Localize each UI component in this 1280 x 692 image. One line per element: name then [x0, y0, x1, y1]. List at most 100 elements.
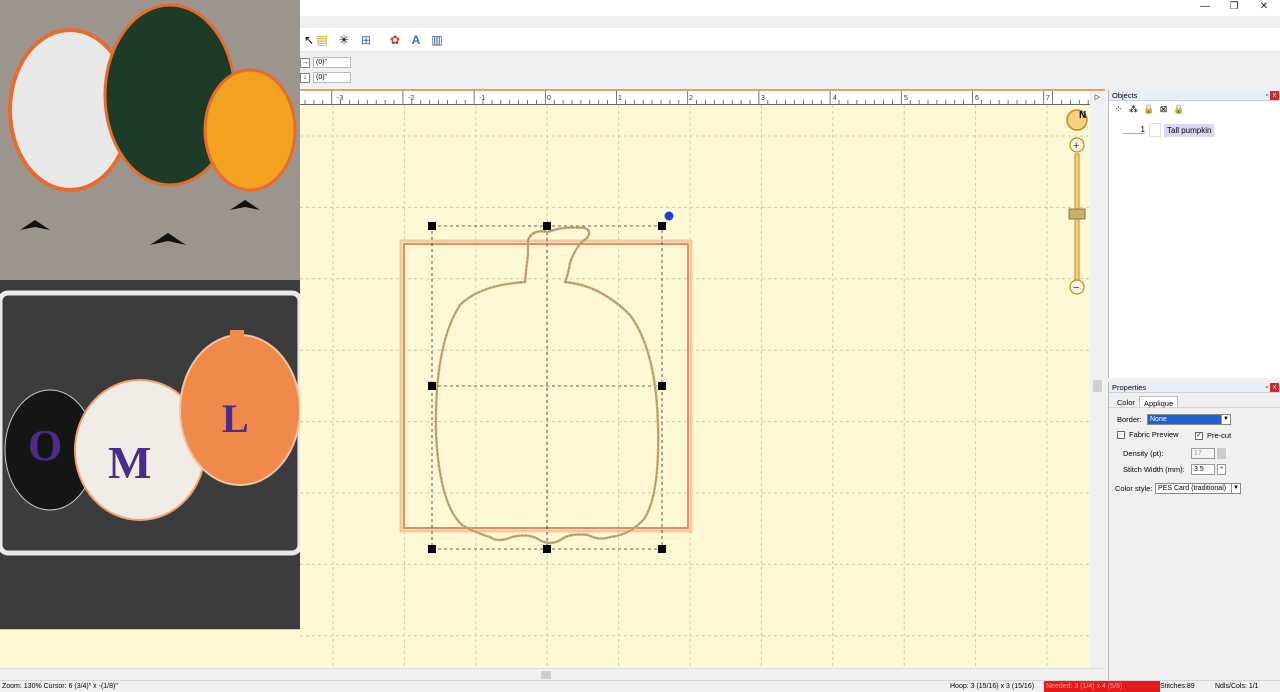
- properties-panel-title: Properties: [1112, 383, 1147, 392]
- pin-icon[interactable]: ▫: [1266, 382, 1268, 393]
- fabric-preview-row: Fabric Preview: [1117, 430, 1179, 439]
- resize-handle[interactable]: [658, 545, 666, 553]
- precut-checkbox[interactable]: ✓: [1195, 431, 1203, 440]
- svg-text:M: M: [108, 437, 151, 488]
- delete-icon[interactable]: ⊠: [1158, 104, 1169, 115]
- border-select[interactable]: None ▼: [1147, 414, 1231, 425]
- resize-handle[interactable]: [428, 545, 436, 553]
- ungroup-icon[interactable]: ⁂: [1128, 104, 1139, 115]
- open-file-icon[interactable]: ▤: [313, 31, 331, 49]
- hoop-tool-icon[interactable]: ⊞: [357, 31, 375, 49]
- vertical-scroll-thumb[interactable]: [1093, 380, 1102, 392]
- pin-icon[interactable]: ▫: [1266, 90, 1268, 101]
- color-style-row: Color style: PES Card (traditional) ▼: [1115, 483, 1241, 494]
- objects-panel-header: Objects ▫ x: [1109, 90, 1280, 101]
- pumpkin-applique-photo: O M L: [0, 0, 300, 629]
- x-position-icon: →: [300, 57, 310, 68]
- restore-button[interactable]: ❐: [1219, 0, 1249, 14]
- density-field[interactable]: 17: [1191, 448, 1215, 459]
- tab-applique[interactable]: Applique: [1138, 396, 1179, 408]
- resize-handle[interactable]: [428, 222, 436, 230]
- resize-handle[interactable]: [543, 222, 551, 230]
- stitch-width-stepper[interactable]: ÷: [1217, 464, 1226, 475]
- ruler-label: 5: [904, 95, 908, 102]
- svg-text:L: L: [222, 396, 249, 441]
- zoom-out-glyph: −: [1073, 282, 1079, 294]
- border-row: Border: None ▼: [1117, 414, 1231, 425]
- color-style-select[interactable]: PES Card (traditional) ▼: [1155, 483, 1241, 494]
- zoom-controls: N + −: [1066, 105, 1090, 300]
- ruler-label: -2: [408, 95, 414, 102]
- y-position-field[interactable]: (0)": [313, 72, 351, 83]
- chevron-down-icon: ▼: [1221, 415, 1230, 424]
- applique-tool-icon[interactable]: ✿: [386, 31, 404, 49]
- compass-label: N: [1079, 110, 1086, 121]
- horizontal-scroll-thumb[interactable]: [541, 671, 551, 679]
- ruler-ticks: -3 -2 -1 0 1 2 3 4 5 6 7: [304, 91, 1089, 104]
- toolbar: ↖ ▤ ✳ ⊞ ✿ A ▥: [300, 28, 1280, 52]
- object-label: Tall pumpkin: [1164, 123, 1215, 137]
- lock-icon[interactable]: 🔒: [1143, 104, 1154, 115]
- zoom-slider: N + −: [1066, 109, 1088, 295]
- objects-panel: Objects ▫ x ⁘ ⁂ 🔒 ⊠ 🔒 1 Tall pumpkin: [1108, 90, 1280, 378]
- zoom-in-glyph: +: [1073, 140, 1079, 152]
- canvas-drawing: [300, 105, 1090, 668]
- design-canvas[interactable]: [300, 105, 1090, 668]
- x-position-field[interactable]: (0)": [313, 57, 351, 68]
- needles-status: Ndls/Cols: 1/1: [1215, 683, 1259, 690]
- properties-panel-header: Properties ▫ x: [1109, 382, 1280, 393]
- unlock-icon[interactable]: 🔒: [1173, 104, 1184, 115]
- text-tool-icon[interactable]: A: [407, 31, 425, 49]
- lettering-tool-icon[interactable]: ▥: [428, 31, 446, 49]
- border-label: Border:: [1117, 415, 1142, 424]
- horizontal-ruler: -3 -2 -1 0 1 2 3 4 5 6 7: [300, 91, 1090, 105]
- fabric-preview-checkbox[interactable]: [1117, 430, 1125, 439]
- vertical-scrollbar[interactable]: [1090, 105, 1105, 668]
- close-icon[interactable]: x: [1270, 91, 1279, 100]
- y-position-icon: ↓: [300, 72, 310, 83]
- precut-label: Pre-cut: [1207, 431, 1232, 440]
- ruler-label: -3: [337, 95, 343, 102]
- hoop-status: Hoop: 3 (15/16) x 3 (15/16): [950, 683, 1035, 690]
- objects-toolbar: ⁘ ⁂ 🔒 ⊠ 🔒: [1109, 101, 1280, 117]
- tab-color[interactable]: Color: [1113, 396, 1139, 407]
- reference-photo: O M L: [0, 0, 300, 629]
- ruler-label: -1: [479, 95, 485, 102]
- color-style-value: PES Card (traditional): [1158, 485, 1227, 492]
- minimize-button[interactable]: —: [1190, 0, 1220, 14]
- wand-tool-icon[interactable]: ✳: [335, 31, 353, 49]
- density-row: Density (pt): 17: [1123, 448, 1226, 459]
- resize-handle[interactable]: [543, 545, 551, 553]
- object-thumbnail: [1149, 123, 1161, 137]
- properties-tabs: Color Applique: [1109, 393, 1280, 408]
- resize-handle[interactable]: [658, 222, 666, 230]
- border-value: None: [1150, 416, 1167, 423]
- resize-handle[interactable]: [428, 382, 436, 390]
- group-icon[interactable]: ⁘: [1113, 104, 1124, 115]
- status-bar: Zoom: 130% Cursor: 6 (3/4)" x -(1/8)" Ho…: [0, 680, 1280, 692]
- close-icon[interactable]: x: [1270, 383, 1279, 392]
- stitch-width-label: Stitch Width (mm):: [1123, 465, 1185, 474]
- horizontal-scrollbar[interactable]: [0, 668, 1105, 680]
- objects-panel-title: Objects: [1112, 91, 1138, 100]
- properties-panel: Properties ▫ x Color Applique Border: No…: [1108, 382, 1280, 680]
- ruler-scroll-arrow[interactable]: ▷: [1090, 91, 1105, 105]
- ruler-label: 4: [833, 95, 837, 102]
- ruler-label: 2: [689, 95, 693, 102]
- precut-row: ✓ Pre-cut: [1195, 431, 1231, 440]
- zoom-cursor-status: Zoom: 130% Cursor: 6 (3/4)" x -(1/8)": [2, 683, 118, 690]
- stitch-width-field[interactable]: 3.5: [1191, 464, 1215, 475]
- ruler-label: 6: [975, 95, 979, 102]
- object-number: 1: [1123, 126, 1145, 134]
- canvas-left-area: [0, 629, 300, 668]
- fabric-preview-label: Fabric Preview: [1129, 430, 1179, 439]
- density-stepper[interactable]: [1217, 448, 1226, 459]
- stitches-status: Stitches:89: [1160, 683, 1195, 690]
- rotate-handle[interactable]: [664, 211, 674, 221]
- resize-handle[interactable]: [658, 382, 666, 390]
- close-window-button[interactable]: ✕: [1249, 0, 1279, 14]
- zoom-thumb[interactable]: [1068, 208, 1086, 220]
- ruler-label: 0: [547, 95, 551, 102]
- chevron-down-icon: ▼: [1231, 484, 1240, 493]
- object-list-item[interactable]: 1 Tall pumpkin: [1123, 123, 1215, 137]
